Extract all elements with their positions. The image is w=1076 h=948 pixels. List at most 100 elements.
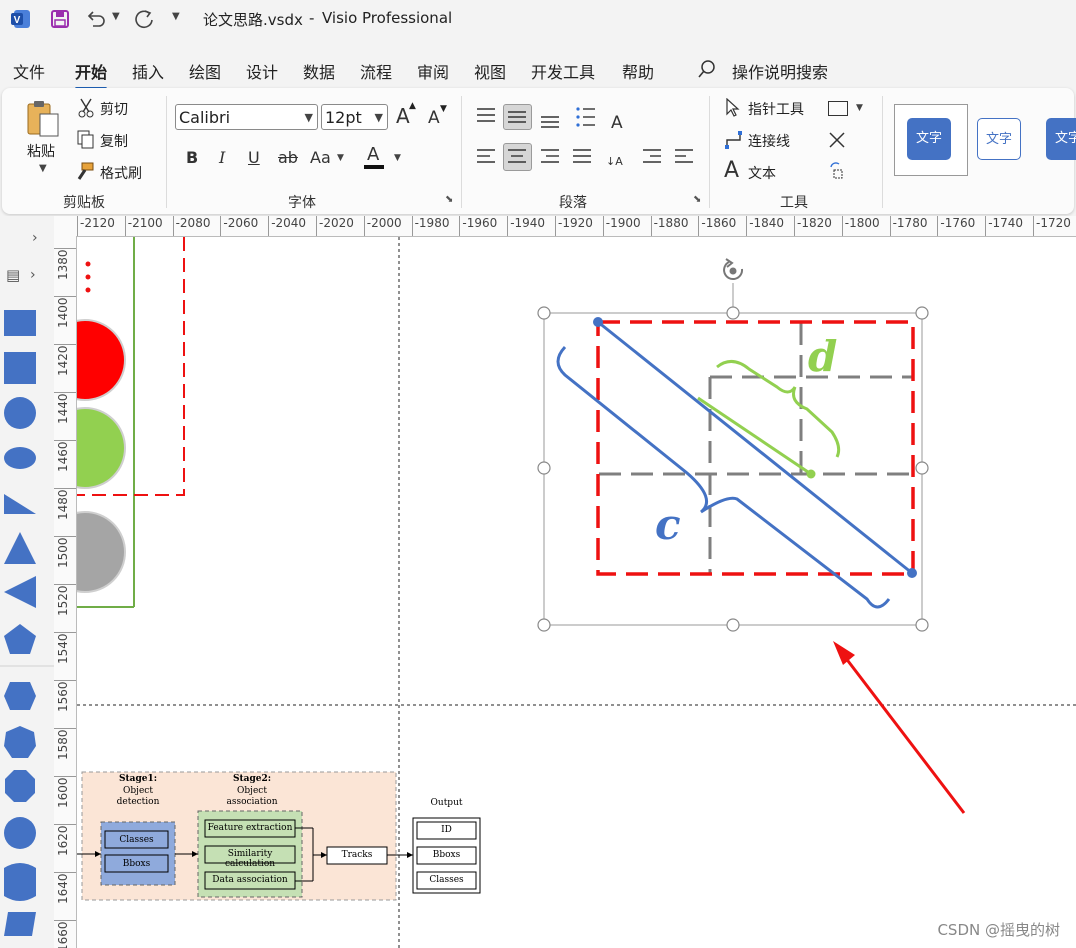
ruler-tick <box>77 216 78 236</box>
font-name-select[interactable]: Calibri ▼ <box>175 104 318 130</box>
rotate-handle-icon[interactable] <box>723 258 744 281</box>
title-separator: - <box>309 9 315 27</box>
feature-extraction-box: Feature extraction <box>207 823 293 833</box>
ruler-tick-label: -2060 <box>223 216 259 230</box>
tab-draw[interactable]: 绘图 <box>189 59 221 83</box>
ruler-tick-label: 1520 <box>56 585 70 616</box>
tab-view[interactable]: 视图 <box>474 59 506 83</box>
ruler-tick <box>555 216 556 236</box>
ruler-tick-label: -1960 <box>462 216 498 230</box>
output-id-box: ID <box>441 825 452 835</box>
pointer-icon[interactable] <box>724 98 742 118</box>
stencil-folder-icon[interactable]: ▤ <box>6 266 20 284</box>
drawing-canvas[interactable]: d c Stage1: Object detection Stage2: Obj… <box>77 237 1076 948</box>
tab-process[interactable]: 流程 <box>360 59 392 83</box>
ruler-tick-label: 1560 <box>56 681 70 712</box>
chevron-right-icon[interactable]: › <box>30 267 36 283</box>
paste-icon[interactable] <box>24 98 64 140</box>
format-painter-icon[interactable] <box>75 162 95 182</box>
redo-icon[interactable] <box>132 7 156 31</box>
ribbon-divider <box>882 96 883 208</box>
ruler-tick <box>602 216 604 236</box>
ruler-tick <box>937 216 939 236</box>
ruler-tick <box>316 216 317 236</box>
shape-style-3[interactable]: 文字 <box>1046 118 1076 160</box>
ruler-tick-label: -2000 <box>366 216 402 230</box>
ruler-tick-label: 1480 <box>56 489 70 520</box>
save-icon[interactable] <box>50 9 70 29</box>
stage2-title: Stage2: <box>232 774 272 784</box>
font-size-select[interactable]: 12pt ▼ <box>321 104 388 130</box>
ruler-tick <box>268 216 270 236</box>
shrink-arrow-icon: ▼ <box>440 104 447 114</box>
horizontal-ruler[interactable]: -2120 -2100 -2080 -2060 -2040 -2020 -2000 -1980… <box>76 216 1076 237</box>
undo-icon[interactable] <box>85 8 107 30</box>
chevron-down-icon[interactable]: ▼ <box>394 153 401 163</box>
cut-icon[interactable] <box>77 98 95 118</box>
tab-data[interactable]: 数据 <box>303 59 335 83</box>
tab-design[interactable]: 设计 <box>246 59 278 83</box>
chevron-down-icon[interactable]: ▼ <box>337 153 344 163</box>
tab-file[interactable]: 文件 <box>13 59 45 83</box>
ruler-tick <box>54 440 76 441</box>
rectangle-tool-icon[interactable] <box>828 101 848 116</box>
ruler-tick <box>54 872 76 873</box>
ruler-tick-label: -1920 <box>558 216 593 230</box>
strikethrough-button[interactable]: ab <box>278 148 298 167</box>
paste-label[interactable]: 粘贴 <box>27 141 55 161</box>
file-name: 论文思路.vsdx <box>203 11 303 29</box>
text-tool-button[interactable]: 文本 <box>748 163 776 183</box>
chevron-down-icon[interactable]: ▼ <box>856 103 863 113</box>
ruler-tick <box>54 488 76 489</box>
bold-button[interactable]: B <box>186 148 198 167</box>
connector-icon[interactable] <box>724 130 744 150</box>
ruler-tick <box>841 216 843 236</box>
selected-group[interactable]: d c <box>537 258 929 632</box>
search-icon[interactable] <box>697 59 717 79</box>
ruler-tick <box>698 216 700 236</box>
italic-button[interactable]: I <box>219 148 225 167</box>
tab-insert[interactable]: 插入 <box>132 59 164 83</box>
ruler-tick-label: -1900 <box>605 216 641 230</box>
paste-dropdown-icon[interactable]: ▼ <box>39 163 47 174</box>
dialog-launcher-icon[interactable]: ⬊ <box>445 194 453 205</box>
ruler-tick <box>54 776 76 777</box>
tell-me-search[interactable]: 操作说明搜索 <box>732 59 828 83</box>
change-case-button[interactable]: Aa <box>310 148 331 167</box>
basic-shapes-stencil[interactable] <box>0 296 54 948</box>
ruler-tick-label: -1880 <box>653 216 689 230</box>
tab-home[interactable]: 开始 <box>75 59 108 90</box>
font-color-button[interactable]: A <box>367 144 379 165</box>
customize-toolbar-icon[interactable]: ▼ <box>172 11 180 22</box>
close-x-icon[interactable] <box>828 131 846 149</box>
undo-dropdown-icon[interactable]: ▼ <box>112 11 120 22</box>
vertical-ruler[interactable]: 1380 1400 1420 1440 1460 1480 1500 1520 1540 1560… <box>54 236 77 948</box>
cut-button[interactable]: 剪切 <box>100 99 128 119</box>
shape-style-2[interactable]: 文字 <box>977 118 1021 160</box>
expand-panel-icon[interactable]: › <box>32 230 38 246</box>
ruler-tick-label: 1460 <box>56 441 70 472</box>
dialog-launcher-icon[interactable]: ⬊ <box>693 194 701 205</box>
ruler-tick-label: 1620 <box>56 825 70 856</box>
traffic-light-shape[interactable] <box>77 237 185 608</box>
pointer-tool-button[interactable]: 指针工具 <box>748 99 804 119</box>
underline-button[interactable]: U <box>248 148 260 167</box>
tab-review[interactable]: 审阅 <box>417 59 449 83</box>
shrink-font-button[interactable]: A <box>428 108 440 128</box>
text-tool-icon[interactable]: A <box>724 158 739 183</box>
copy-icon[interactable] <box>77 130 95 150</box>
data-association-box: Data association <box>212 875 288 885</box>
copy-button[interactable]: 复制 <box>100 131 128 151</box>
ruler-tick-label: -1720 <box>1036 216 1071 230</box>
ruler-tick <box>54 632 76 633</box>
connection-point-icon[interactable] <box>828 162 848 182</box>
connector-button[interactable]: 连接线 <box>748 131 790 151</box>
red-arrow-annotation[interactable] <box>833 641 966 814</box>
shape-style-1[interactable]: 文字 <box>907 118 951 160</box>
format-painter-button[interactable]: 格式刷 <box>100 163 142 183</box>
font-name-value: Calibri <box>179 108 231 127</box>
grow-font-button[interactable]: A <box>396 104 410 128</box>
tab-help[interactable]: 帮助 <box>622 59 654 83</box>
tab-developer[interactable]: 开发工具 <box>531 59 595 83</box>
ruler-tick-label: -1980 <box>414 216 450 230</box>
